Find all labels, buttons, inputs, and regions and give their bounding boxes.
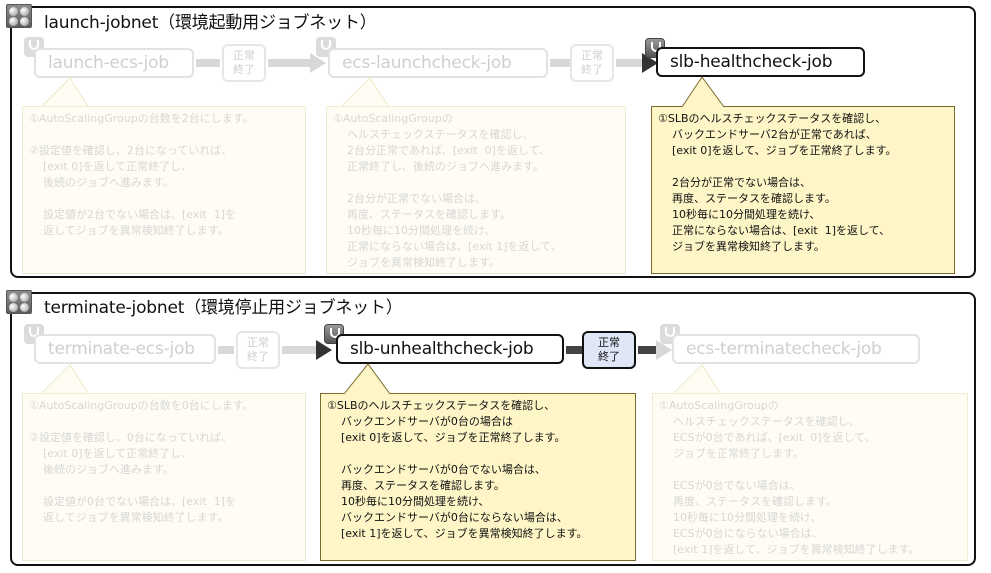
note-callout-pointer [681,76,725,108]
note-callout-pointer [41,364,89,394]
slb-healthcheck-note: ①SLBのヘルスチェックステータスを確認し、 バックエンドサーバ2台が正常であれ… [651,106,955,274]
status-normal-end: 正常 終了 [222,44,266,82]
terminate-ecs-note: ①AutoScalingGroupの台数を0台にします。 ②設定値を確認し、0台… [22,393,306,561]
flow-arrow [218,340,234,360]
job-slb-healthcheck[interactable]: slb-healthcheck-job [656,47,865,77]
jobnet-icon [6,290,32,314]
flow-arrow [566,340,582,360]
note-callout-pointer [41,77,89,107]
slb-unhealthcheck-note: ①SLBのヘルスチェックステータスを確認し、 バックエンドサーバが0台の場合は … [320,393,636,561]
job-ecs-launchcheck[interactable]: ecs-launchcheck-job [328,48,548,78]
jobnet-icon [6,4,32,28]
status-normal-end: 正常 終了 [236,331,280,369]
job-terminate-ecs[interactable]: terminate-ecs-job [34,334,216,364]
note-callout-pointer [341,77,389,107]
terminate-jobnet-title: terminate-jobnet（環境停止用ジョブネット） [44,298,403,318]
flow-arrow [196,53,220,73]
flow-arrow [550,53,570,73]
launch-ecs-note: ①AutoScalingGroupの台数を2台にします。 ②設定値を確認し、2台… [22,106,306,274]
job-launch-ecs[interactable]: launch-ecs-job [34,48,194,78]
ecs-launchcheck-note: ①AutoScalingGroupの ヘルスチェックステータスを確認し、 2台分… [326,106,626,274]
ecs-terminatecheck-note: ①AutoScalingGroupの ヘルスチェックステータスを確認し、 ECS… [652,393,968,561]
launch-jobnet-title: launch-jobnet（環境起動用ジョブネット） [44,13,377,33]
job-slb-unhealthcheck[interactable]: slb-unhealthcheck-job [336,334,564,364]
status-normal-end: 正常 終了 [570,44,614,82]
status-normal-end: 正常 終了 [582,331,636,369]
job-ecs-terminatecheck[interactable]: ecs-terminatecheck-job [672,334,920,364]
note-callout-pointer [343,363,391,395]
note-callout-pointer [673,364,721,394]
